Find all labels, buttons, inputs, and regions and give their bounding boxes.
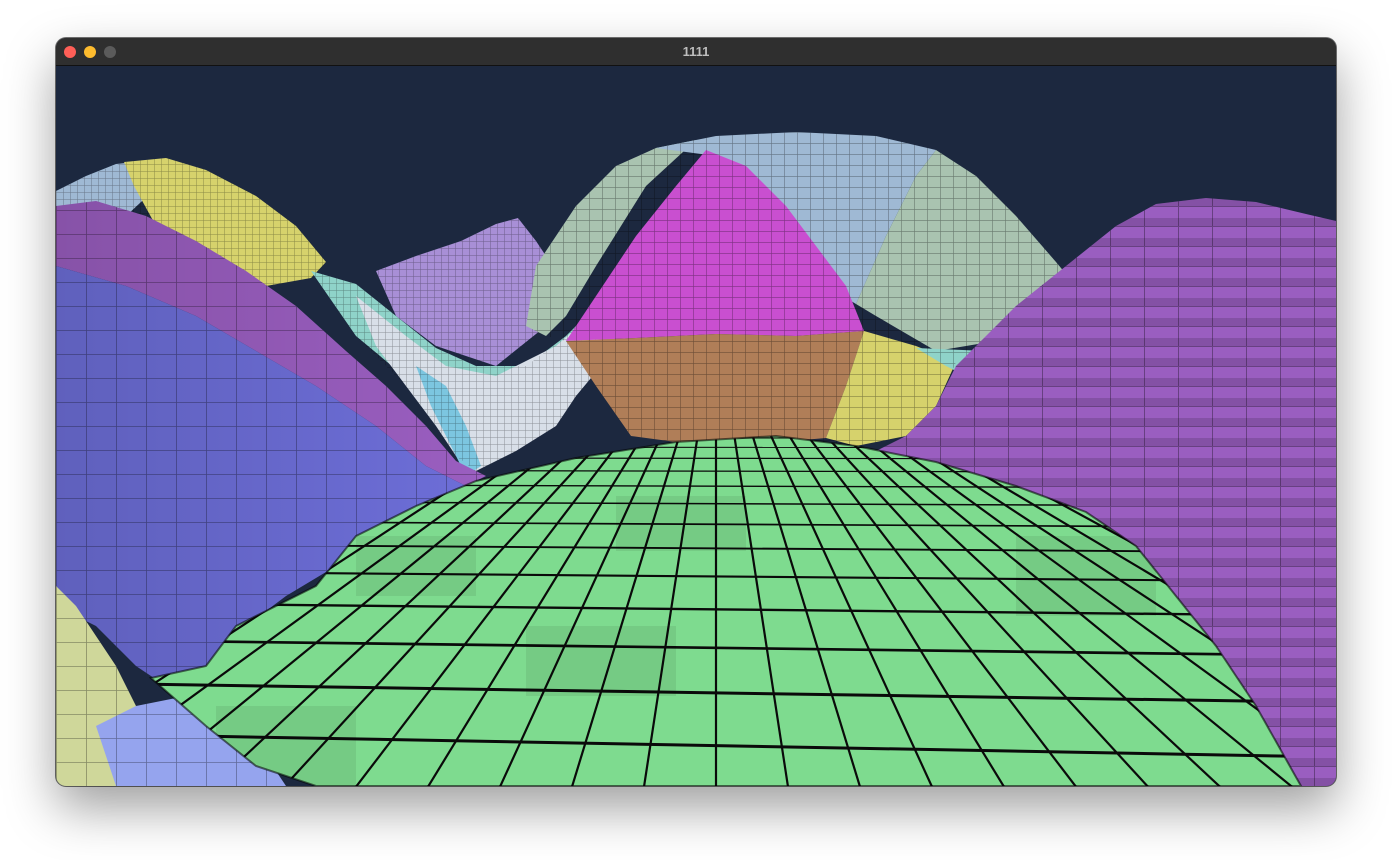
green-cube-shade [616,496,746,551]
green-cube-shade [356,536,476,596]
window-title: 1111 [682,44,710,59]
app-window: 1111 [56,38,1336,786]
voxel-terrain-viewport[interactable] [56,66,1336,786]
voxel-terrain-scene[interactable] [56,66,1336,786]
green-cube-shade [526,626,676,696]
green-cube-shade [1016,536,1156,616]
title-bar[interactable]: 1111 [56,38,1336,66]
